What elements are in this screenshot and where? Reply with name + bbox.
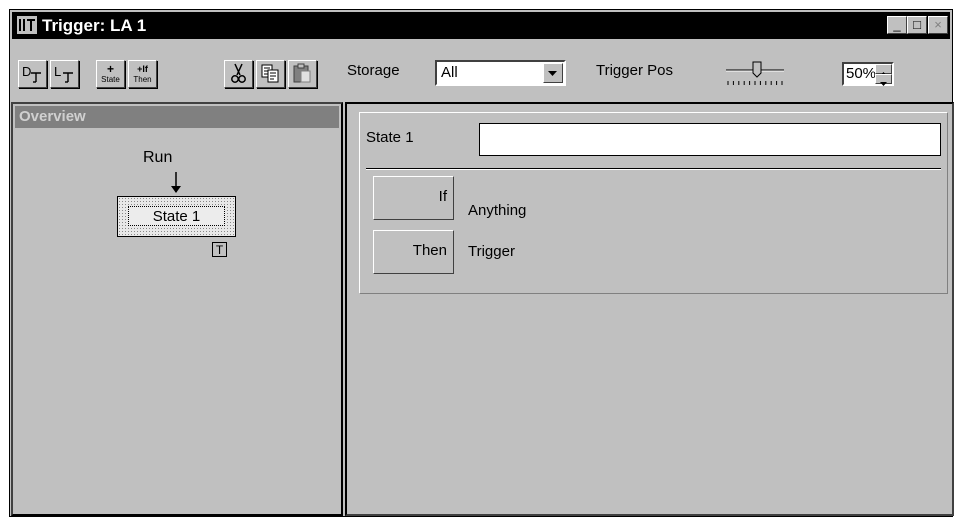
state-name-field[interactable] [479, 123, 941, 156]
trigger-pos-spinner[interactable]: 50% [842, 62, 894, 86]
trigger-pos-slider[interactable] [724, 60, 786, 88]
spin-up-button[interactable] [875, 64, 892, 76]
close-button[interactable]: × [928, 16, 948, 34]
level-trigger-icon: L [54, 64, 73, 83]
run-arrow-icon [171, 172, 181, 193]
overview-state-node[interactable]: State 1 [117, 196, 236, 237]
data-trigger-icon: D [22, 64, 41, 83]
svg-text:L: L [54, 64, 61, 79]
add-then-label: Then [133, 75, 152, 84]
minimize-button[interactable]: _ [887, 16, 907, 34]
slider-ticks [727, 81, 783, 85]
then-action-text[interactable]: Trigger [468, 243, 515, 260]
maximize-button[interactable]: □ [907, 16, 927, 34]
trigger-window: Trigger: LA 1 _ □ × D L + State +If Then… [9, 9, 954, 517]
copy-icon [261, 64, 279, 83]
overview-header: Overview [15, 106, 339, 128]
paste-button[interactable] [288, 60, 317, 88]
toolbar: D L + State +If Then Storage All Trigger… [12, 40, 950, 98]
add-state-button[interactable]: + State [96, 60, 125, 88]
state-panel: State 1 If Anything Then Trigger [359, 112, 948, 294]
arrow-down-icon [880, 82, 887, 86]
cut-button[interactable] [224, 60, 253, 88]
storage-label: Storage [347, 62, 400, 79]
paste-icon [293, 63, 311, 83]
if-button[interactable]: If [373, 176, 454, 220]
chevron-down-icon [548, 71, 557, 76]
panel-divider [366, 168, 941, 170]
add-if-then-button[interactable]: +If Then [128, 60, 157, 88]
trigger-badge: T [212, 242, 227, 257]
scissors-icon [231, 63, 246, 83]
state-editor-pane: State 1 If Anything Then Trigger [345, 102, 954, 516]
close-icon: × [934, 17, 942, 32]
add-if-label: +If [137, 64, 148, 74]
then-button[interactable]: Then [373, 230, 454, 274]
title-bar[interactable]: Trigger: LA 1 _ □ × [12, 12, 950, 39]
data-trigger-button[interactable]: D [18, 60, 47, 88]
trigger-pos-value: 50% [846, 65, 877, 82]
trigger-pos-label: Trigger Pos [596, 62, 673, 79]
if-condition-text[interactable]: Anything [468, 202, 526, 219]
spin-down-button[interactable] [875, 74, 892, 86]
storage-select[interactable]: All [435, 60, 566, 86]
level-trigger-button[interactable]: L [50, 60, 79, 88]
svg-text:D: D [22, 64, 31, 79]
logic-analyzer-app-icon[interactable] [17, 16, 37, 34]
slider-thumb[interactable] [752, 61, 762, 78]
window-title: Trigger: LA 1 [42, 16, 147, 35]
state-name-label: State 1 [366, 129, 414, 146]
add-state-label: State [101, 75, 120, 84]
minimize-icon: _ [893, 17, 901, 32]
add-icon: + [106, 62, 114, 76]
overview-pane: Overview Run State 1 T [11, 102, 343, 516]
spinner-buttons [875, 64, 892, 86]
storage-dropdown-button[interactable] [543, 63, 563, 83]
storage-value: All [441, 64, 458, 81]
run-label: Run [143, 149, 173, 166]
maximize-icon: □ [913, 17, 921, 32]
overview-state-label: State 1 [128, 206, 225, 226]
copy-button[interactable] [256, 60, 285, 88]
